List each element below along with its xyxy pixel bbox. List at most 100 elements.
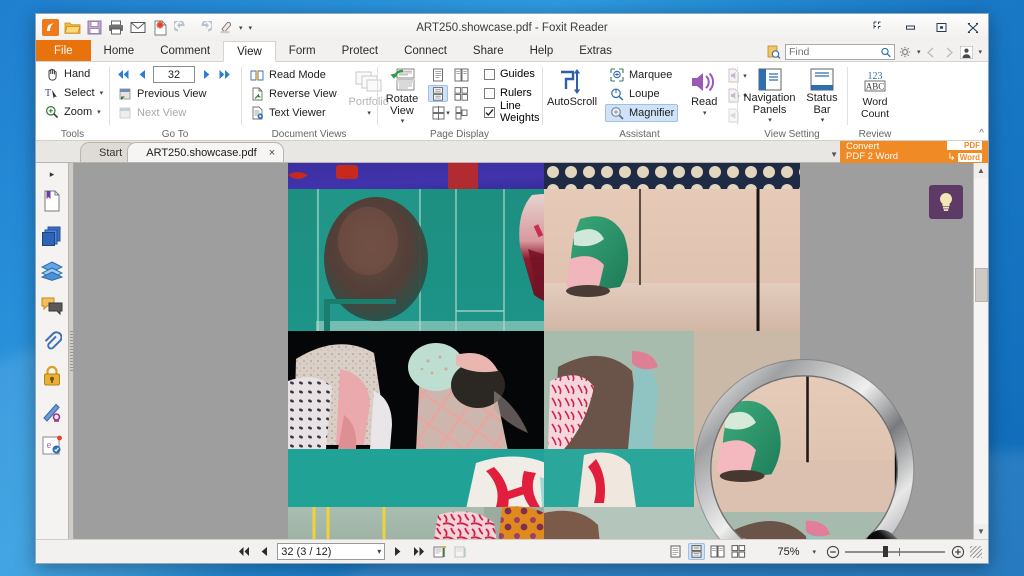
zoom-slider[interactable]: [845, 545, 945, 559]
status-bar-caret[interactable]: ▾: [821, 116, 825, 124]
magnifier-label: Magnifier: [629, 107, 674, 119]
find-settings-gear-icon[interactable]: [898, 45, 913, 60]
comments-icon[interactable]: [39, 291, 65, 321]
status-last-page-icon[interactable]: [410, 543, 427, 560]
collapse-ribbon-button[interactable]: ^: [979, 128, 984, 139]
tab-comment[interactable]: Comment: [147, 40, 223, 61]
stamps-icon[interactable]: e: [39, 431, 65, 461]
scroll-up-icon[interactable]: ▲: [974, 163, 989, 178]
tab-file[interactable]: File: [36, 40, 91, 61]
word-count-button[interactable]: 123 ABC Word Count: [851, 65, 899, 125]
doc-tab-list-caret[interactable]: ▼: [830, 150, 838, 159]
next-view-button[interactable]: Next View: [113, 104, 190, 122]
guides-checkbox[interactable]: Guides: [482, 65, 542, 83]
rotate-view-button[interactable]: Rotate View ▾: [381, 65, 423, 125]
layers-icon[interactable]: [39, 256, 65, 286]
tab-help[interactable]: Help: [517, 40, 567, 61]
account-avatar-icon[interactable]: [959, 45, 974, 60]
resize-grip[interactable]: [970, 546, 982, 558]
navigation-panels-caret[interactable]: ▾: [768, 116, 772, 124]
find-input-wrapper[interactable]: [785, 44, 895, 60]
security-icon[interactable]: [39, 361, 65, 391]
tab-protect[interactable]: Protect: [329, 40, 391, 61]
status-page-input[interactable]: 32 (3 / 12) ▾: [277, 543, 385, 560]
select-tool-caret[interactable]: ▾: [100, 89, 104, 97]
split-view-caret[interactable]: ▾: [446, 109, 450, 117]
svg-text:e: e: [47, 440, 52, 451]
tab-view[interactable]: View: [223, 41, 276, 62]
search-document-icon[interactable]: [767, 45, 782, 60]
page-number-input[interactable]: 32: [153, 66, 195, 83]
last-page-icon[interactable]: [217, 67, 233, 83]
next-view-label: Next View: [137, 107, 186, 119]
fit-page-icon[interactable]: [431, 543, 448, 560]
zoom-in-button[interactable]: [949, 543, 966, 560]
find-previous-icon[interactable]: [923, 45, 938, 60]
rotate-view-caret[interactable]: ▾: [401, 117, 405, 125]
previous-view-button[interactable]: Previous View: [113, 85, 211, 103]
navigation-panels-button[interactable]: Navigation Panels ▾: [741, 65, 798, 125]
portfolio-caret[interactable]: ▾: [367, 109, 371, 117]
read-aloud-caret[interactable]: ▾: [703, 109, 707, 117]
status-page-caret[interactable]: ▾: [377, 547, 381, 556]
scroll-down-icon[interactable]: ▼: [974, 524, 989, 539]
vertical-scroll-thumb[interactable]: [975, 268, 988, 302]
search-input[interactable]: [789, 46, 881, 58]
continuous-layout-icon[interactable]: [688, 543, 705, 560]
text-viewer-button[interactable]: Text Viewer: [245, 104, 341, 122]
svg-text:123: 123: [868, 71, 883, 82]
status-next-page-icon[interactable]: [389, 543, 406, 560]
fit-width-icon[interactable]: [452, 543, 469, 560]
convert-pdf-promo[interactable]: Convert PDF 2 Word PDF ↳ Word: [840, 141, 988, 163]
bookmarks-icon[interactable]: [39, 186, 65, 216]
navigation-panel-expand-arrow[interactable]: ▸: [36, 167, 68, 181]
magnifier-button[interactable]: Magnifier: [605, 104, 678, 122]
continuous-facing-icon[interactable]: [451, 85, 471, 102]
continuous-facing-layout-icon[interactable]: [730, 543, 747, 560]
status-bar-button[interactable]: Status Bar ▾: [801, 65, 843, 125]
loupe-button[interactable]: Loupe: [605, 85, 678, 103]
read-mode-button[interactable]: Read Mode: [245, 66, 341, 84]
previous-page-icon[interactable]: [134, 67, 150, 83]
status-previous-page-icon[interactable]: [256, 543, 273, 560]
single-page-icon[interactable]: [428, 66, 448, 83]
attachments-icon[interactable]: [39, 326, 65, 356]
tab-share[interactable]: Share: [460, 40, 517, 61]
tab-connect[interactable]: Connect: [391, 40, 460, 61]
tab-form[interactable]: Form: [276, 40, 329, 61]
facing-layout-icon[interactable]: [709, 543, 726, 560]
doc-tab-art250[interactable]: ART250.showcase.pdf ×: [127, 142, 284, 162]
tab-home[interactable]: Home: [91, 40, 148, 61]
single-page-layout-icon[interactable]: [667, 543, 684, 560]
next-page-icon[interactable]: [198, 67, 214, 83]
tab-extras[interactable]: Extras: [566, 40, 625, 61]
vertical-scroll-track[interactable]: [974, 178, 989, 524]
doc-tab-art250-label: ART250.showcase.pdf: [146, 147, 256, 159]
autoscroll-button[interactable]: AutoScroll: [546, 65, 598, 125]
vertical-scrollbar[interactable]: ▲ ▼: [973, 163, 988, 539]
continuous-icon[interactable]: [428, 85, 448, 102]
zoom-tool-button[interactable]: Zoom ▾: [40, 103, 107, 121]
status-first-page-icon[interactable]: [235, 543, 252, 560]
marquee-button[interactable]: Marquee: [605, 66, 678, 84]
find-next-icon[interactable]: [941, 45, 956, 60]
document-viewport[interactable]: foxit: [74, 163, 973, 539]
account-caret[interactable]: ▾: [978, 48, 982, 56]
page-thumbnails-icon[interactable]: [39, 221, 65, 251]
zoom-slider-knob[interactable]: [883, 546, 888, 557]
hand-tool-button[interactable]: Hand: [40, 65, 107, 83]
doc-tab-close-icon[interactable]: ×: [269, 147, 275, 159]
reverse-view-button[interactable]: Reverse View: [245, 85, 341, 103]
first-page-icon[interactable]: [115, 67, 131, 83]
find-settings-caret[interactable]: ▾: [917, 48, 921, 56]
two-pages-icon[interactable]: [451, 66, 471, 83]
zoom-preset-caret[interactable]: ▾: [813, 548, 817, 556]
zoom-tool-caret[interactable]: ▾: [97, 108, 101, 116]
tips-lightbulb-button[interactable]: [929, 185, 963, 219]
zoom-out-button[interactable]: [824, 543, 841, 560]
select-tool-button[interactable]: T Select ▾: [40, 84, 107, 102]
signatures-icon[interactable]: [39, 396, 65, 426]
line-weights-checkbox[interactable]: Line Weights: [482, 103, 542, 121]
separate-cover-icon[interactable]: [451, 104, 471, 121]
read-aloud-button[interactable]: Read ▾: [687, 65, 721, 125]
